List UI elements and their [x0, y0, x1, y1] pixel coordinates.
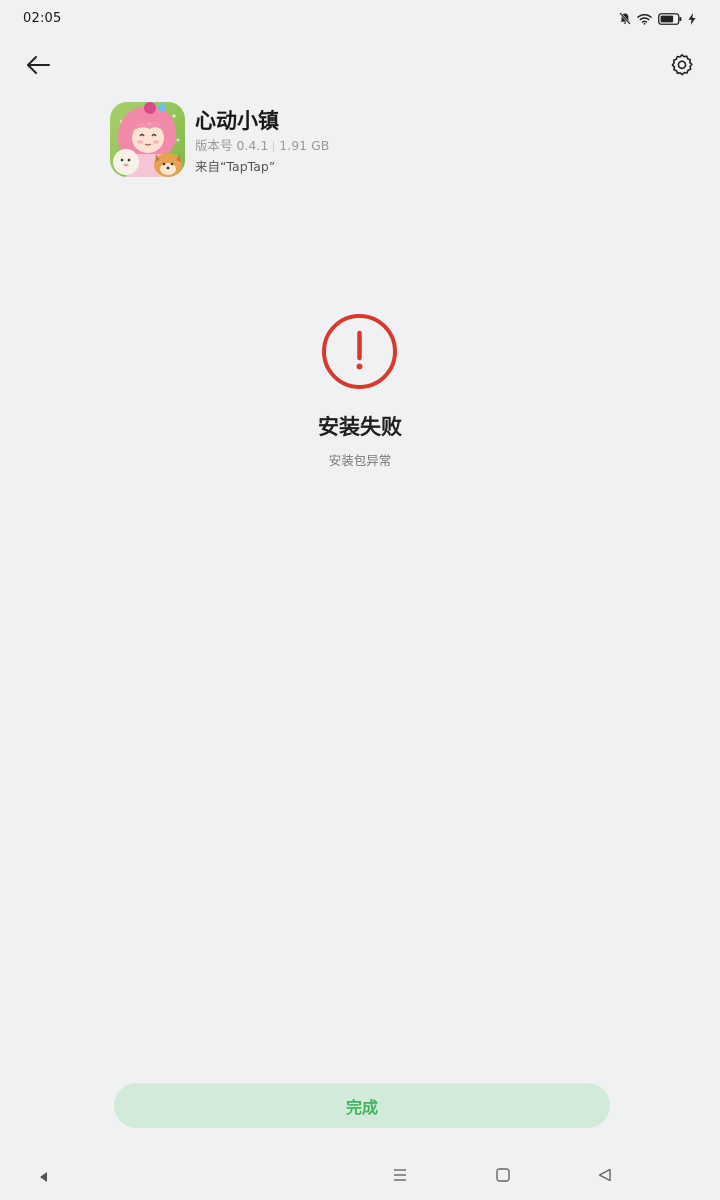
settings-button[interactable] [664, 50, 700, 84]
status-icons [619, 12, 696, 25]
wifi-icon [637, 13, 652, 25]
status-time: 02:05 [23, 11, 62, 26]
app-source: 来自“TapTap” [195, 159, 276, 174]
battery-icon [658, 12, 682, 25]
result-title: 安装失败 [318, 415, 402, 439]
back-button[interactable] [20, 50, 56, 84]
error-exclamation-icon [321, 313, 398, 390]
charging-icon [688, 12, 696, 25]
mute-icon [619, 12, 631, 25]
back-triangle-icon[interactable] [597, 1167, 613, 1187]
menu-icon[interactable] [392, 1167, 408, 1187]
install-result-screen: 02:05 心动小镇 版本号 0.4.1 1.91 GB 来自“TapTap” … [0, 0, 720, 1200]
app-info: 心动小镇 版本号 0.4.1 1.91 GB 来自“TapTap” [110, 102, 329, 177]
app-text: 心动小镇 版本号 0.4.1 1.91 GB 来自“TapTap” [195, 102, 329, 177]
triangle-left-small-icon[interactable] [38, 1169, 48, 1188]
app-version: 版本号 0.4.1 [195, 138, 269, 153]
arrow-left-icon [25, 55, 51, 79]
meta-divider [273, 140, 275, 152]
app-size: 1.91 GB [279, 138, 330, 153]
navigation-bar [0, 1155, 720, 1200]
gear-icon [670, 53, 694, 81]
app-icon [110, 102, 185, 177]
done-button[interactable]: 完成 [114, 1083, 610, 1128]
app-meta: 版本号 0.4.1 1.91 GB [195, 136, 329, 156]
result-subtitle: 安装包异常 [328, 453, 392, 468]
app-name: 心动小镇 [195, 109, 279, 133]
status-bar: 02:05 [0, 0, 720, 40]
home-square-icon[interactable] [495, 1167, 511, 1187]
